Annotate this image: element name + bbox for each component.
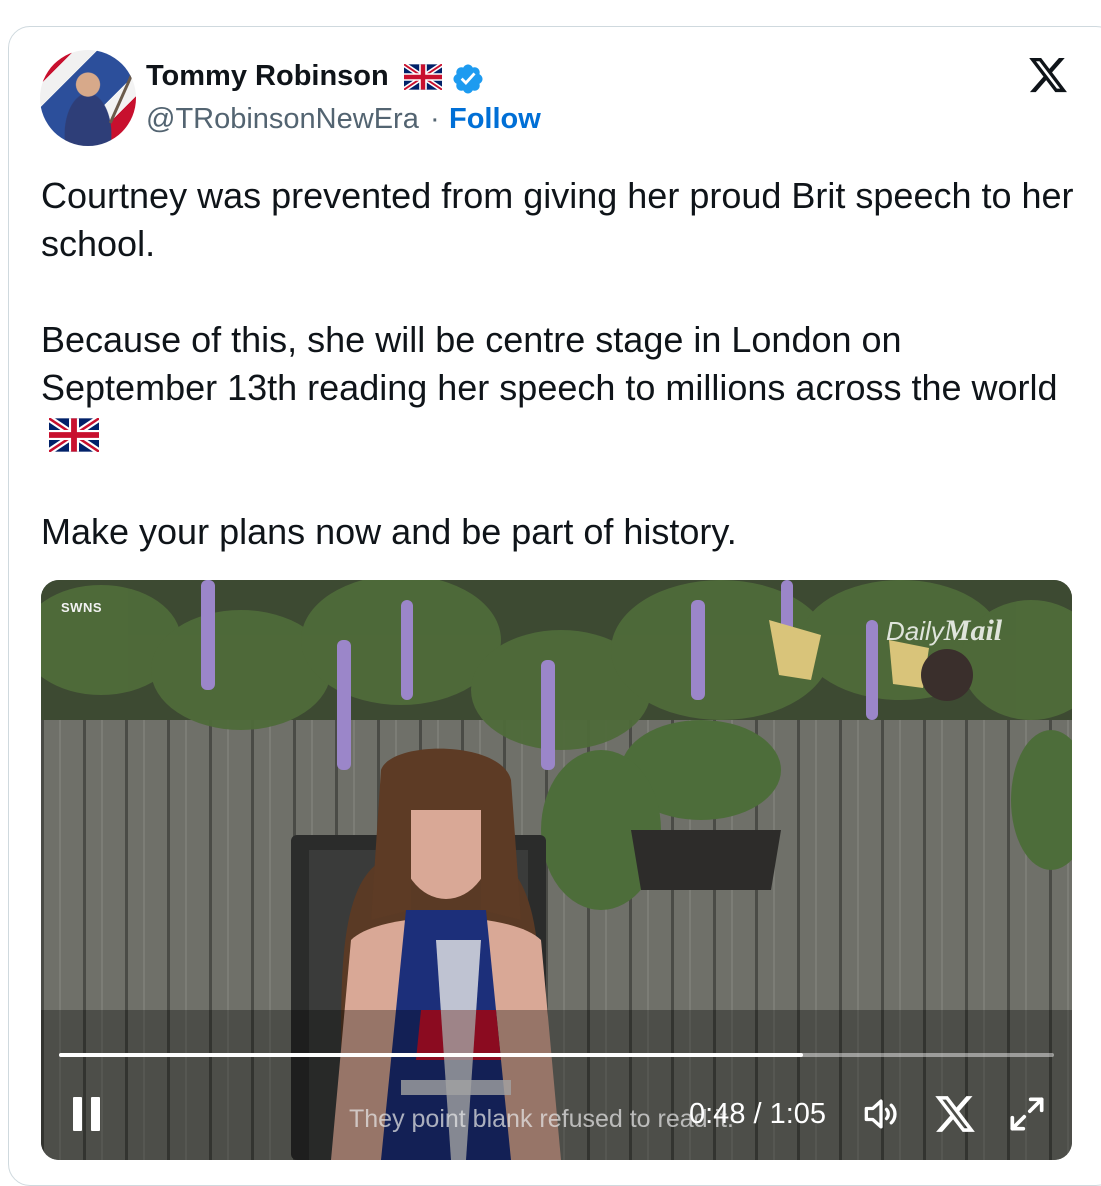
- follow-button[interactable]: Follow: [449, 103, 541, 136]
- author-name[interactable]: Tommy Robinson: [146, 60, 389, 93]
- video-progress-bar[interactable]: [59, 1053, 1054, 1057]
- volume-icon[interactable]: [859, 1092, 903, 1136]
- uk-flag-icon: [404, 64, 442, 90]
- video-player[interactable]: SWNS DailyMail They point blank refused …: [41, 580, 1072, 1160]
- swns-watermark: SWNS: [61, 600, 102, 615]
- uk-flag-icon: [49, 418, 99, 452]
- separator-dot: ·: [430, 103, 440, 135]
- author-avatar[interactable]: [40, 50, 136, 146]
- tweet-paragraph: Courtney was prevented from giving her p…: [41, 175, 1074, 264]
- pause-icon: [73, 1097, 82, 1131]
- x-logo-icon[interactable]: [1026, 54, 1070, 96]
- fullscreen-icon[interactable]: [1005, 1092, 1049, 1136]
- tweet-paragraph: Make your plans now and be part of histo…: [41, 511, 737, 552]
- verified-badge-icon: [453, 64, 483, 94]
- pause-button[interactable]: [71, 1097, 103, 1133]
- video-progress-fill: [59, 1053, 804, 1057]
- video-frame[interactable]: [41, 580, 1072, 1160]
- video-caption: They point blank refused to read it.: [349, 1105, 734, 1133]
- pause-icon: [91, 1097, 100, 1131]
- daily-mail-watermark: DailyMail: [886, 614, 1003, 647]
- x-logo-icon[interactable]: [933, 1092, 977, 1136]
- tweet-text: Courtney was prevented from giving her p…: [41, 172, 1081, 556]
- author-handle[interactable]: @TRobinsonNewEra: [146, 103, 419, 136]
- video-time: 0:48 / 1:05: [689, 1098, 827, 1130]
- tweet-paragraph: Because of this, she will be centre stag…: [41, 316, 1081, 460]
